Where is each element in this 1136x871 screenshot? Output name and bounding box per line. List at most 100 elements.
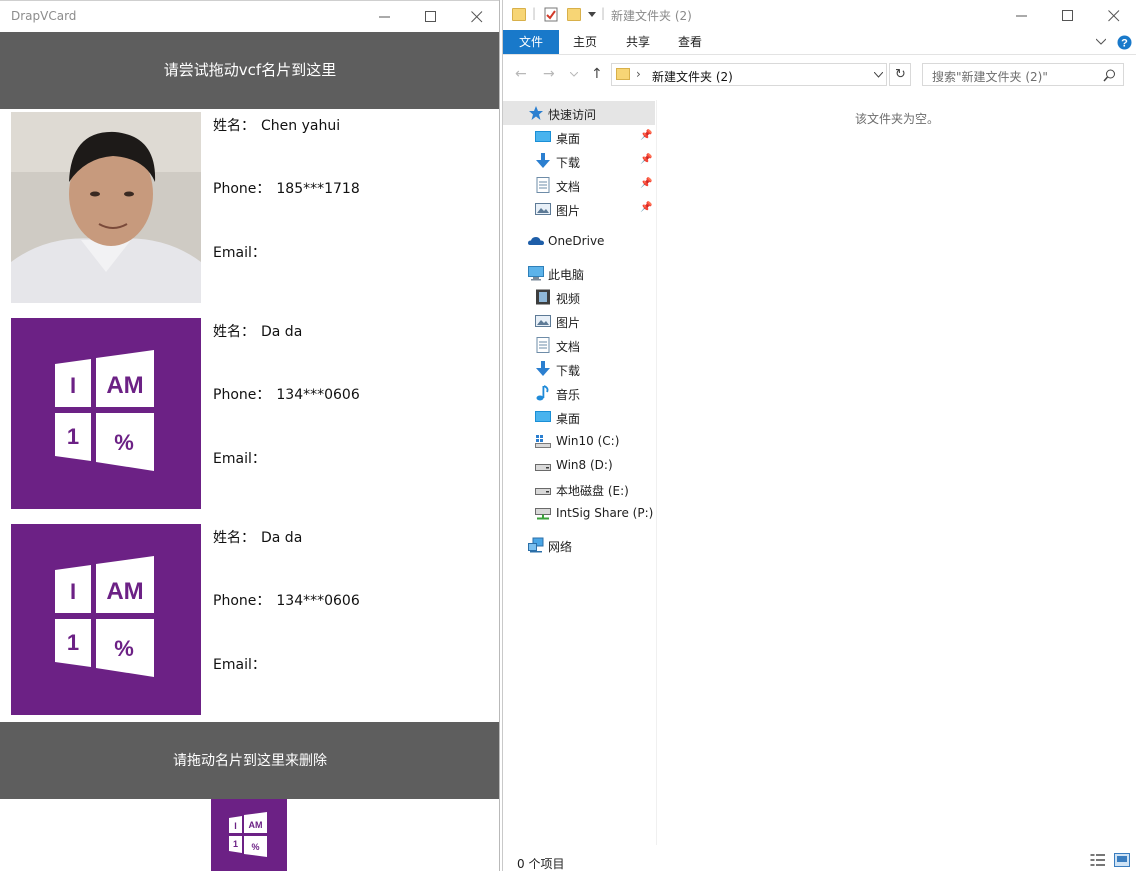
tab-share[interactable]: 共享 [616, 30, 660, 54]
contact-email: Email： [213, 654, 272, 674]
contact-card[interactable]: I AM 1 % 姓名： Da da Phone： 134***0606 Email… [11, 524, 491, 715]
navigation-pane: 快速访问 桌面 📌 下载 📌 文档 📌 图片 📌 OneDrive 此电脑 视频… [503, 100, 657, 845]
close-button[interactable] [1091, 0, 1136, 31]
back-button[interactable]: ← [515, 66, 527, 82]
address-dropdown-icon[interactable] [874, 72, 883, 78]
nav-label: 下载 [556, 364, 581, 378]
separator: | [532, 6, 537, 20]
large-icons-view-icon[interactable] [1114, 853, 1130, 867]
forward-button[interactable]: → [543, 66, 555, 82]
dragged-card-tile[interactable]: I AM 1 % [211, 799, 287, 871]
tab-file[interactable]: 文件 [503, 30, 559, 54]
nav-label: 文档 [556, 180, 581, 194]
app-titlebar[interactable]: DrapVCard [0, 0, 499, 32]
nav-label: 下载 [556, 156, 581, 170]
contact-name: 姓名： Da da [213, 527, 302, 547]
tile-glyph: I [70, 373, 76, 398]
tile-glyph: % [251, 842, 259, 852]
refresh-button[interactable]: ↻ [889, 63, 911, 86]
nav-item-onedrive[interactable]: OneDrive [503, 229, 655, 253]
nav-item-videos[interactable]: 视频 [503, 285, 655, 309]
ribbon-expand-icon[interactable] [1096, 38, 1106, 45]
nav-label: 视频 [556, 292, 581, 306]
details-view-icon[interactable] [1090, 853, 1106, 867]
name-label: 姓名： [213, 530, 255, 546]
search-field[interactable]: 搜索"新建文件夹 (2)" [922, 63, 1124, 86]
network-icon [528, 537, 544, 553]
nav-item-pictures[interactable]: 图片 [503, 309, 655, 333]
nav-item-network[interactable]: 网络 [503, 533, 655, 557]
nav-item-desktop[interactable]: 桌面 📌 [503, 125, 655, 149]
nav-item-desktop[interactable]: 桌面 [503, 405, 655, 429]
download-icon [536, 153, 550, 168]
separator: | [601, 6, 606, 20]
tab-view[interactable]: 查看 [668, 30, 712, 54]
drive-icon [535, 464, 551, 471]
phone-label: Phone： [213, 593, 271, 609]
pictures-icon [535, 203, 551, 215]
contact-phone: Phone： 134***0606 [213, 590, 360, 610]
nav-label: 网络 [548, 540, 573, 554]
computer-icon [528, 266, 544, 281]
address-path: 新建文件夹 (2) [652, 70, 733, 84]
pin-icon: 📌 [640, 130, 653, 141]
minimize-button[interactable] [999, 0, 1045, 31]
search-icon [1103, 69, 1115, 82]
phone-value: 134***0606 [276, 593, 360, 609]
new-folder-icon[interactable] [567, 8, 581, 21]
search-placeholder: 搜索"新建文件夹 (2)" [932, 70, 1048, 84]
nav-item-documents[interactable]: 文档 [503, 333, 655, 357]
nav-item-documents[interactable]: 文档 📌 [503, 173, 655, 197]
phone-value: 185***1718 [276, 181, 360, 197]
music-icon [536, 385, 549, 401]
up-button[interactable]: ↑ [591, 66, 603, 82]
nav-item-drive-e[interactable]: 本地磁盘 (E:) [503, 477, 655, 501]
minimize-icon [1016, 15, 1027, 17]
nav-label: 文档 [556, 340, 581, 354]
close-button[interactable] [454, 1, 499, 32]
contact-card[interactable]: 姓名： Chen yahui Phone： 185***1718 Email： [11, 112, 491, 303]
pin-icon: 📌 [640, 202, 653, 213]
help-icon[interactable]: ? [1117, 35, 1132, 50]
vcf-drop-zone[interactable]: 请尝试拖动vcf名片到这里 [0, 32, 499, 109]
empty-folder-message: 该文件夹为空。 [855, 112, 940, 126]
phone-label: Phone： [213, 181, 271, 197]
contact-email: Email： [213, 242, 272, 262]
tab-home[interactable]: 主页 [563, 30, 607, 54]
explorer-titlebar[interactable]: | | 新建文件夹 (2) [503, 0, 1136, 31]
windows-drive-icon [535, 435, 551, 448]
document-icon [536, 337, 550, 353]
windows-tile-icon: I AM 1 % [55, 556, 154, 677]
nav-item-downloads[interactable]: 下载 [503, 357, 655, 381]
name-label: 姓名： [213, 324, 255, 340]
nav-item-drive-c[interactable]: Win10 (C:) [503, 429, 655, 453]
tile-glyph: I [234, 821, 237, 831]
contact-card[interactable]: I AM 1 % 姓名： Da da Phone： 134***0606 Email… [11, 318, 491, 509]
properties-icon[interactable] [544, 7, 558, 22]
nav-item-this-pc[interactable]: 此电脑 [503, 261, 655, 285]
maximize-button[interactable] [1045, 0, 1091, 31]
nav-item-pictures[interactable]: 图片 📌 [503, 197, 655, 221]
email-label: Email： [213, 451, 266, 467]
nav-item-quick-access[interactable]: 快速访问 [503, 101, 655, 125]
address-bar[interactable]: › 新建文件夹 (2) [611, 63, 887, 86]
email-label: Email： [213, 245, 266, 261]
email-label: Email： [213, 657, 266, 673]
nav-item-downloads[interactable]: 下载 📌 [503, 149, 655, 173]
maximize-icon [425, 11, 436, 22]
network-drive-icon [535, 508, 551, 520]
svg-text:?: ? [1121, 38, 1128, 50]
tile-glyph: % [114, 636, 134, 661]
nav-item-drive-d[interactable]: Win8 (D:) [503, 453, 655, 477]
folder-icon [512, 8, 526, 21]
contact-photo: I AM 1 % [11, 524, 201, 715]
qat-dropdown-icon[interactable] [588, 12, 596, 18]
maximize-button[interactable] [408, 1, 454, 32]
recent-locations-icon[interactable] [570, 72, 578, 77]
pin-icon: 📌 [640, 178, 653, 189]
nav-item-drive-p[interactable]: IntSig Share (P:) [503, 501, 655, 525]
nav-item-music[interactable]: 音乐 [503, 381, 655, 405]
minimize-button[interactable] [362, 1, 408, 32]
delete-drop-zone[interactable]: 请拖动名片到这里来删除 [0, 722, 499, 799]
nav-label: IntSig Share (P:) [556, 506, 654, 520]
